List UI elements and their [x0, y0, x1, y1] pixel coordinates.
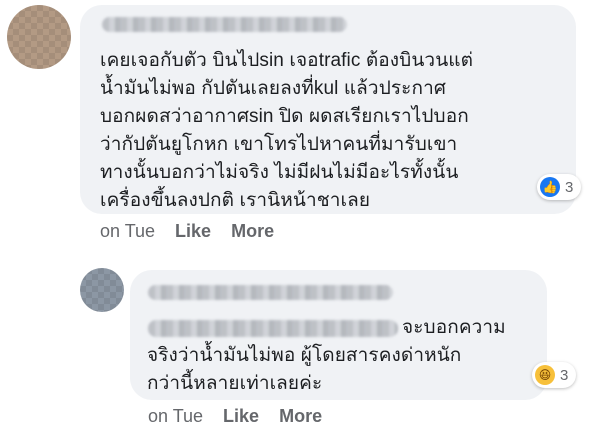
reply-text-line: จริงว่าน้ำมันไม่พอ ผู้โดยสารคงด่าหนัก [147, 345, 462, 366]
reply-text: จะบอกความจริงว่าน้ำมันไม่พอ ผู้โดยสารคงด… [147, 314, 506, 398]
reaction-summary[interactable]: 👍 3 [537, 174, 582, 200]
like-button[interactable]: Like [175, 221, 211, 242]
reply-avatar[interactable] [80, 268, 124, 312]
more-button[interactable]: More [231, 221, 274, 242]
comment-text: เคยเจอกับตัว บินไปsin เจอtrafic ต้องบินว… [100, 50, 474, 211]
comment-time[interactable]: on Tue [100, 221, 155, 242]
blurred-commenter-name[interactable] [102, 17, 347, 32]
like-button[interactable]: Like [223, 406, 259, 427]
reply-actions: on Tue Like More [148, 406, 322, 427]
commenter-avatar[interactable] [7, 5, 71, 69]
more-button[interactable]: More [279, 406, 322, 427]
blurred-commenter-name[interactable] [148, 285, 393, 300]
reaction-summary[interactable]: 😆 3 [532, 362, 577, 388]
haha-icon: 😆 [535, 365, 555, 385]
reaction-count: 3 [560, 366, 569, 384]
reaction-count: 3 [565, 178, 574, 196]
reply-text-line: กว่านี้หลายเท่าเลยค่ะ [147, 373, 323, 394]
comment-time[interactable]: on Tue [148, 406, 203, 427]
like-icon: 👍 [540, 177, 560, 197]
comment-actions: on Tue Like More [100, 221, 274, 242]
reply-text-line: จะบอกความ [402, 317, 506, 338]
